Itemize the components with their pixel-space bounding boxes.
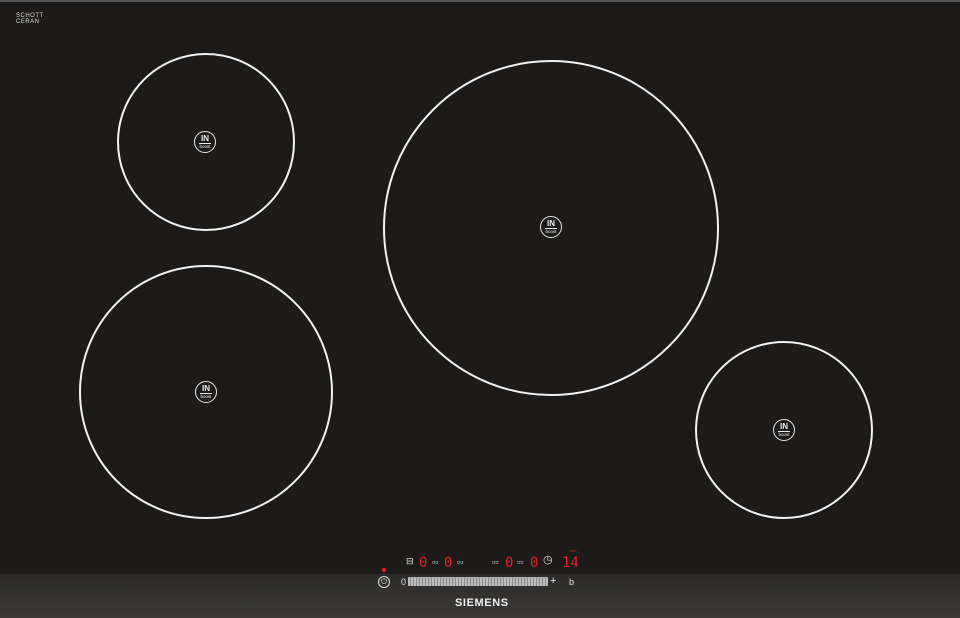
zone-indicator-icon: ▫▫ — [517, 557, 524, 567]
timer-display: 14 — [562, 555, 579, 571]
logo-line-2: CERAN — [16, 19, 40, 25]
schott-ceran-logo: SCHOTT CERAN — [16, 13, 44, 25]
zone-indicator-icon: ⊟ — [406, 556, 414, 566]
induction-boost-badge: IN boost — [195, 381, 217, 403]
induction-boost-badge: IN boost — [773, 419, 795, 441]
zone-display-1[interactable]: 0 — [419, 556, 427, 570]
badge-in-label: IN — [547, 218, 555, 228]
zone-indicator-icon: ▫▫ — [432, 557, 439, 567]
b-label[interactable]: b — [569, 578, 574, 587]
badge-in-label: IN — [780, 421, 788, 431]
induction-boost-badge: IN boost — [194, 131, 216, 153]
badge-in-label: IN — [202, 383, 210, 393]
power-indicator-dot — [382, 568, 386, 572]
slider-plus-label[interactable]: + — [550, 576, 556, 587]
badge-boost-label: boost — [778, 430, 790, 438]
power-button-icon[interactable]: ⏻ — [378, 576, 390, 588]
zone-indicator-icon: ▫▫ — [492, 557, 499, 567]
zone-display-2[interactable]: 0 — [444, 556, 452, 570]
badge-boost-label: boost — [545, 227, 557, 235]
induction-boost-badge: IN boost — [540, 216, 562, 238]
badge-in-label: IN — [201, 133, 209, 143]
cooktop-frame — [0, 0, 960, 2]
zone-indicator-icon: ▫▫ — [457, 557, 464, 567]
zone-display-4[interactable]: 0 — [530, 556, 538, 570]
clock-icon[interactable]: ◷ — [543, 555, 553, 566]
badge-boost-label: boost — [199, 142, 211, 150]
power-level-slider[interactable] — [408, 577, 548, 586]
badge-boost-label: boost — [200, 392, 212, 400]
cooktop-surface: SCHOTT CERAN IN boost IN boost IN boost … — [0, 0, 960, 618]
siemens-logo: SIEMENS — [455, 597, 509, 609]
zone-display-3[interactable]: 0 — [505, 556, 513, 570]
timer-unit-label: min — [570, 548, 577, 553]
slider-zero-label: 0 — [401, 577, 407, 587]
